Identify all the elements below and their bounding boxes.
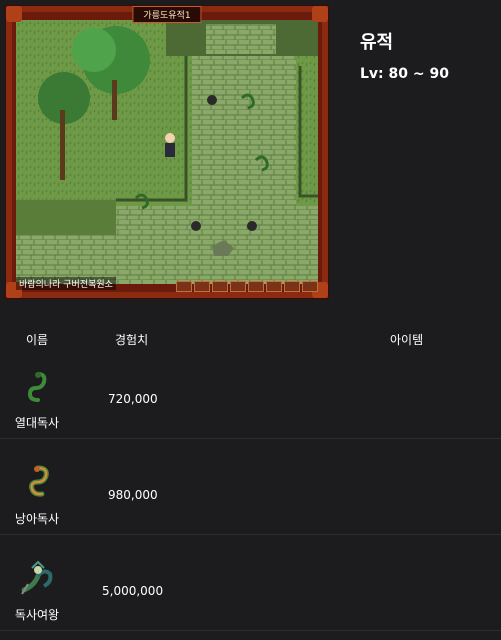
column-header-exp: 경험치: [115, 333, 149, 347]
monster-exp: 5,000,000: [102, 584, 164, 598]
toolbar-slot: [212, 281, 228, 292]
orange-snake-icon: [29, 465, 49, 497]
frame-ornament: [312, 6, 328, 22]
map-screenshot: 가릉도유적1 바람의나라 구버전복원소: [5, 5, 329, 299]
game-map-title: 가릉도유적1: [132, 6, 202, 23]
column-header-name: 이름: [26, 333, 49, 347]
toolbar-slot: [266, 281, 282, 292]
toolbar-slot: [302, 281, 318, 292]
monster-name: 열대독사: [14, 416, 60, 430]
table-row: 열대독사 720,000: [0, 360, 501, 439]
green-snake-icon: [27, 372, 47, 402]
toolbar-slot: [248, 281, 264, 292]
table-row: 독사여왕 5,000,000: [0, 534, 501, 631]
game-scene: [16, 20, 318, 284]
toolbar-slot: [284, 281, 300, 292]
monster-exp: 720,000: [108, 392, 158, 406]
table-row: 낭아독사 980,000: [0, 438, 501, 535]
game-scene-art: [16, 20, 318, 284]
monster-name: 낭아독사: [14, 512, 60, 526]
game-toolbar: [176, 281, 318, 292]
snake-queen-icon: [21, 560, 53, 595]
frame-ornament: [6, 6, 22, 22]
column-header-items: 아이템: [390, 333, 424, 347]
monster-exp: 980,000: [108, 488, 158, 502]
monster-name: 독사여왕: [14, 608, 60, 622]
toolbar-slot: [176, 281, 192, 292]
map-name: 유적: [360, 32, 394, 53]
toolbar-slot: [194, 281, 210, 292]
game-status-text: 바람의나라 구버전복원소: [16, 277, 116, 290]
toolbar-slot: [230, 281, 246, 292]
map-level-range: Lv: 80 ~ 90: [360, 66, 449, 82]
